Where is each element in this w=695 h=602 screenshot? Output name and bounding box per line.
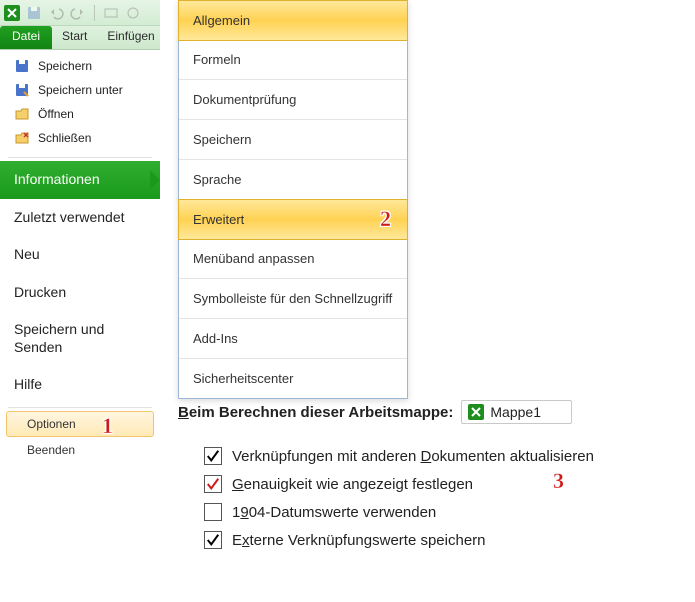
workbook-selector[interactable]: Mappe1 [461, 400, 572, 424]
label: Beenden [27, 443, 75, 457]
label: Erweitert [193, 212, 244, 227]
separator [94, 5, 95, 21]
backstage-informationen[interactable]: Informationen [0, 161, 160, 199]
qat-icon[interactable] [125, 5, 141, 21]
backstage-print[interactable]: Drucken [0, 274, 160, 312]
undo-icon[interactable] [48, 5, 64, 21]
label: Schließen [38, 131, 91, 145]
options-cat-trust-center[interactable]: Sicherheitscenter [179, 359, 407, 398]
label: Speichern unter [38, 83, 123, 97]
save-icon[interactable] [26, 5, 42, 21]
label: Verknüpfungen mit anderen Dokumenten akt… [232, 448, 594, 465]
label: Externe Verknüpfungswerte speichern [232, 532, 486, 549]
excel-file-icon [468, 404, 484, 420]
options-cat-general[interactable]: Allgemein [178, 0, 408, 41]
tab-insert[interactable]: Einfügen [97, 26, 164, 49]
backstage-exit[interactable]: Beenden [6, 437, 154, 463]
annotation-1: 1 [102, 413, 113, 439]
calc-row-update-links: Verknüpfungen mit anderen Dokumenten akt… [178, 442, 688, 470]
close-icon [14, 130, 30, 146]
backstage-help[interactable]: Hilfe [0, 366, 160, 404]
options-cat-proofing[interactable]: Dokumentprüfung [179, 80, 407, 120]
saveas-icon [14, 82, 30, 98]
calc-row-precision-as-displayed: Genauigkeit wie angezeigt festlegen 3 [178, 470, 688, 498]
annotation-2: 2 [380, 206, 391, 232]
label: Öffnen [38, 107, 74, 121]
options-cat-advanced[interactable]: Erweitert 2 [178, 199, 408, 240]
redo-icon[interactable] [70, 5, 86, 21]
checkbox[interactable] [204, 531, 222, 549]
backstage-menu: Speichern Speichern unter Öffnen Schließ… [0, 50, 160, 463]
tab-start[interactable]: Start [52, 26, 97, 49]
backstage-save-as[interactable]: Speichern unter [0, 78, 160, 102]
tab-file[interactable]: Datei [0, 26, 52, 49]
calc-row-1904-date: 1904-Datumswerte verwenden [178, 498, 688, 526]
options-cat-language[interactable]: Sprache [179, 160, 407, 200]
label: Genauigkeit wie angezeigt festlegen [232, 476, 473, 493]
label: 1904-Datumswerte verwenden [232, 504, 436, 521]
annotation-3: 3 [553, 468, 564, 494]
label: Speichern [38, 59, 92, 73]
backstage-open[interactable]: Öffnen [0, 102, 160, 126]
calc-row-save-external-links: Externe Verknüpfungswerte speichern [178, 526, 688, 554]
ribbon-tabs: Datei Start Einfügen [0, 26, 160, 50]
label: Optionen [27, 417, 76, 431]
backstage-recent[interactable]: Zuletzt verwendet [0, 199, 160, 237]
options-cat-customize-ribbon[interactable]: Menüband anpassen [179, 239, 407, 279]
excel-logo-icon [4, 5, 20, 21]
options-cat-formulas[interactable]: Formeln [179, 40, 407, 80]
calc-settings-panel: Beim Berechnen dieser Arbeitsmappe: Mapp… [178, 400, 688, 554]
checkbox[interactable] [204, 447, 222, 465]
backstage-save[interactable]: Speichern [0, 54, 160, 78]
options-cat-quick-access[interactable]: Symbolleiste für den Schnellzugriff [179, 279, 407, 319]
backstage-new[interactable]: Neu [0, 236, 160, 274]
options-cat-save[interactable]: Speichern [179, 120, 407, 160]
backstage-save-send[interactable]: Speichern und Senden [0, 311, 160, 366]
divider [8, 407, 152, 408]
options-cat-addins[interactable]: Add-Ins [179, 319, 407, 359]
backstage-options[interactable]: Optionen [6, 411, 154, 437]
open-icon [14, 106, 30, 122]
quick-access-toolbar [0, 0, 160, 26]
options-category-list: Allgemein Formeln Dokumentprüfung Speich… [178, 0, 408, 399]
backstage-close[interactable]: Schließen [0, 126, 160, 150]
qat-icon[interactable] [103, 5, 119, 21]
divider [8, 157, 152, 158]
checkbox[interactable] [204, 503, 222, 521]
checkbox[interactable] [204, 475, 222, 493]
save-icon [14, 58, 30, 74]
workbook-name: Mappe1 [490, 404, 541, 420]
calc-section-title: Beim Berechnen dieser Arbeitsmappe: [178, 404, 453, 421]
